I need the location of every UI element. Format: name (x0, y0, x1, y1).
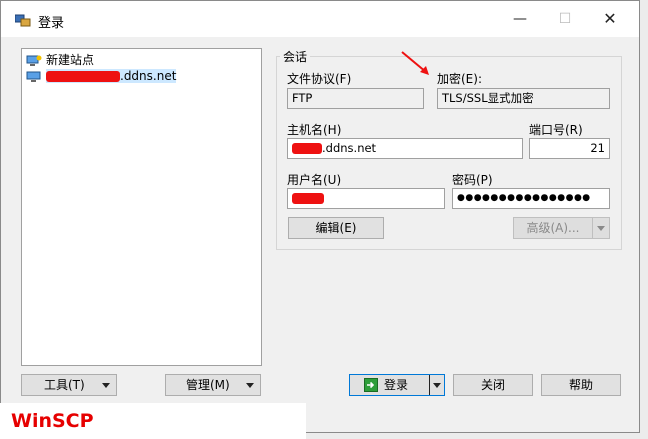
watermark-text: WinSCP (11, 410, 94, 432)
close-button[interactable]: 关闭 (453, 374, 533, 396)
chevron-down-icon (433, 383, 441, 388)
username-label: 用户名(U) (287, 173, 342, 187)
username-input[interactable] (287, 188, 445, 209)
login-button[interactable]: 登录 (349, 374, 445, 396)
chevron-down-icon (246, 383, 254, 388)
port-label: 端口号(R) (529, 123, 583, 137)
chevron-down-icon (597, 226, 605, 231)
redaction-mark (292, 193, 324, 204)
protocol-select[interactable]: FTP (287, 88, 424, 109)
computer-icon (26, 71, 41, 82)
annotation-arrow-icon (401, 51, 429, 75)
new-site-label: 新建站点 (46, 53, 95, 67)
login-dialog: 登录 — ☐ ✕ 新建站点 .ddns.net 会话 文件协议(F) FTP 加… (0, 0, 640, 433)
watermark-banner: WinSCP (0, 403, 306, 439)
port-input[interactable]: 21 (529, 138, 610, 159)
encryption-label: 加密(E): (437, 72, 482, 86)
window-title: 登录 (38, 16, 65, 31)
manage-button[interactable]: 管理(M) (165, 374, 261, 396)
login-icon (364, 378, 378, 392)
title-bar: 登录 — ☐ ✕ (1, 1, 639, 37)
maximize-button[interactable]: ☐ (542, 1, 588, 37)
chevron-down-icon (102, 383, 110, 388)
password-label: 密码(P) (452, 173, 493, 187)
tree-item-saved-site[interactable]: .ddns.net (26, 67, 177, 85)
help-button[interactable]: 帮助 (541, 374, 621, 396)
saved-site-label: .ddns.net (46, 69, 177, 83)
host-input[interactable]: .ddns.net (287, 138, 523, 159)
redaction-mark (292, 143, 322, 154)
close-window-button[interactable]: ✕ (587, 1, 633, 37)
site-tree[interactable]: 新建站点 .ddns.net (21, 48, 262, 366)
advanced-dropdown[interactable] (592, 217, 610, 239)
tools-button[interactable]: 工具(T) (21, 374, 117, 396)
session-group-title: 会话 (280, 48, 311, 65)
minimize-button[interactable]: — (497, 1, 543, 37)
host-label: 主机名(H) (287, 123, 342, 137)
redaction-mark (46, 71, 120, 82)
protocol-label: 文件协议(F) (287, 72, 352, 86)
password-input[interactable]: ●●●●●●●●●●●●●●●● (452, 188, 610, 209)
winscp-app-icon (15, 14, 31, 27)
advanced-button[interactable]: 高级(A)... (513, 217, 593, 239)
new-site-icon (26, 55, 42, 66)
encryption-select[interactable]: TLS/SSL显式加密 (437, 88, 610, 109)
edit-button[interactable]: 编辑(E) (288, 217, 384, 239)
